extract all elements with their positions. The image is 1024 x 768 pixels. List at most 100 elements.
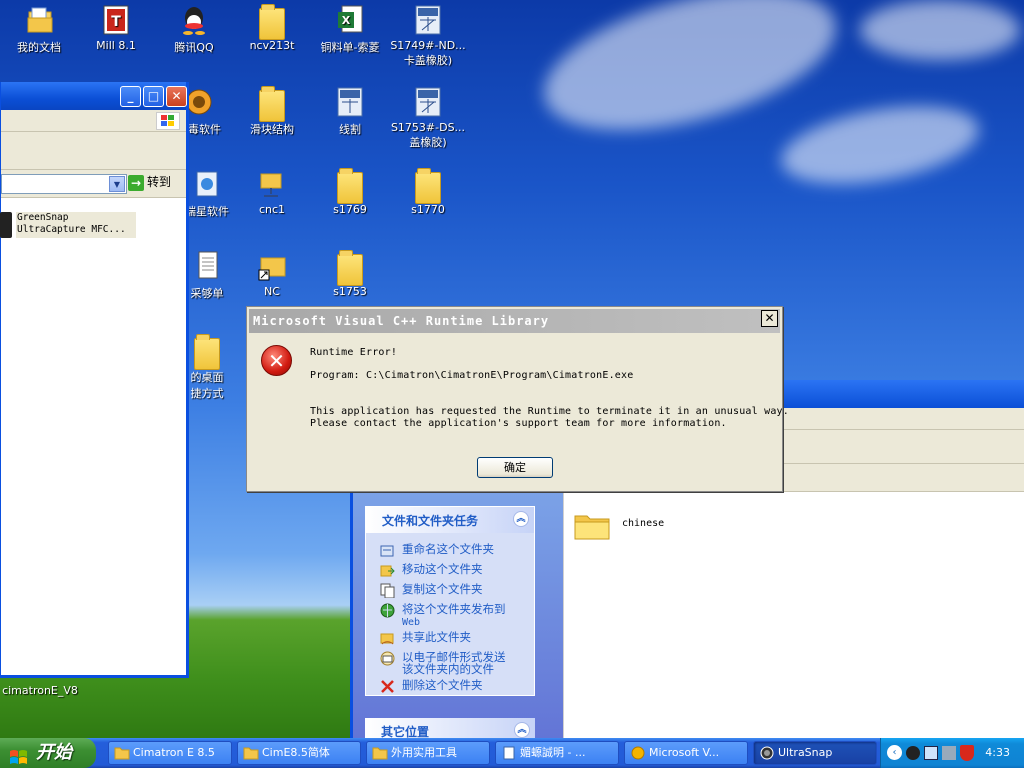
go-label: 转到 <box>147 175 172 189</box>
desktop-icon-excel[interactable]: X 铜料单-索菱 <box>311 4 389 55</box>
dwg-file-icon <box>412 4 444 36</box>
start-button[interactable]: 开始 <box>0 738 96 768</box>
security-shield-icon[interactable] <box>960 745 974 761</box>
dwg-file-icon <box>334 86 366 118</box>
desktop-icon-label: ncv213t <box>249 39 295 52</box>
toolbar <box>1 132 186 170</box>
system-tray: ‹ 4:33 <box>880 738 1024 768</box>
desktop-icon-s1770[interactable]: s1770 <box>389 168 467 216</box>
task-label-line2: 该文件夹内的文件 <box>402 662 494 676</box>
error-heading: Runtime Error! <box>310 347 398 358</box>
taskbar-button-ultrasnap[interactable]: UltraSnap <box>753 741 877 765</box>
desktop-icon-label: s1769 <box>333 203 367 216</box>
app-icon <box>191 168 223 200</box>
taskbar-button-tools[interactable]: 外用实用工具 <box>366 741 490 765</box>
desktop-icon-label: Mill 8.1 <box>96 39 136 52</box>
desktop-icon-label: 端星软件 <box>185 205 229 218</box>
desktop-icon-qq[interactable]: 腾讯QQ <box>155 4 233 55</box>
folder-icon <box>415 168 441 204</box>
minimize-button[interactable]: _ <box>120 86 141 107</box>
list-item[interactable]: GreenSnap UltraCapture MFC... <box>16 212 136 238</box>
go-button[interactable]: → 转到 <box>128 173 181 193</box>
error-message-line2: Please contact the application's support… <box>310 418 727 429</box>
copy-icon <box>380 583 395 599</box>
camera-icon <box>759 746 775 760</box>
volume-icon[interactable] <box>942 746 956 760</box>
desktop-icon-label: 腾讯QQ <box>174 41 214 54</box>
desktop-icon-s1753-dwg[interactable]: S1753#-DS... 盖橡胶) <box>389 86 467 150</box>
list-item-line1: GreenSnap <box>17 212 69 223</box>
rename-icon <box>380 543 395 558</box>
taskbar-button-document[interactable]: 媚螈誠明 - ... <box>495 741 619 765</box>
windows-logo-icon <box>156 112 180 130</box>
desktop-icon-label: cimatronE_V8 <box>2 684 78 697</box>
other-places-panel[interactable]: 其它位置 ︽ <box>365 718 535 738</box>
folder-icon <box>574 510 610 540</box>
desktop: 我的文档 T Mill 8.1 腾讯QQ ncv213t X 铜料单-索菱 S1… <box>0 0 1024 738</box>
maximize-button[interactable]: □ <box>143 86 164 107</box>
desktop-icon-label: 滑块结构 <box>250 123 294 136</box>
sky-cloud <box>775 93 985 197</box>
task-label-line2: Web <box>402 617 421 628</box>
desktop-icon-label: 我的文档 <box>17 41 61 54</box>
close-button[interactable]: ✕ <box>166 86 187 107</box>
folder-item[interactable]: chinese <box>572 506 692 542</box>
desktop-icon-label: s1770 <box>411 203 445 216</box>
windows-flag-icon <box>9 745 27 764</box>
desktop-icon-label: 线割 <box>339 123 361 136</box>
desktop-icon-cimatron[interactable]: cimatronE_V8 <box>0 684 80 697</box>
folder-icon <box>337 168 363 204</box>
dialog-title[interactable]: Microsoft Visual C++ Runtime Library <box>249 309 780 333</box>
network-folder-icon <box>256 168 288 200</box>
desktop-icon-label: s1753 <box>333 285 367 298</box>
list-item-line2: UltraCapture MFC... <box>17 224 126 235</box>
desktop-icon-ncv213t[interactable]: ncv213t <box>233 4 311 52</box>
desktop-icon-my-documents[interactable]: 我的文档 <box>0 4 78 55</box>
desktop-icon-slider[interactable]: 滑块结构 <box>233 86 311 137</box>
network-icon[interactable] <box>924 746 938 760</box>
desktop-icon-label: 采够单 <box>190 287 224 300</box>
desktop-icon-wire-cut[interactable]: 线割 <box>311 86 389 137</box>
address-input[interactable]: ▼ <box>1 174 127 194</box>
taskbar: 开始 Cimatron E 8.5 CimE8.5简体 外用实用工具 媚螈誠明 … <box>0 738 1024 768</box>
desktop-icon-label-line2: 盖橡胶) <box>409 136 447 149</box>
camera-icon <box>0 212 12 238</box>
desktop-icon-label: NC <box>264 285 280 298</box>
desktop-icon-s1749[interactable]: S1749#-ND... 卡盖橡胶) <box>389 4 467 68</box>
desktop-icon-s1753[interactable]: s1753 <box>311 250 389 298</box>
window-titlebar[interactable]: _ □ ✕ <box>1 82 187 110</box>
excel-file-icon: X <box>334 4 366 36</box>
panel-title: 文件和文件夹任务 <box>382 514 479 528</box>
file-folder-tasks-panel: 文件和文件夹任务 ︽ 重命名这个文件夹 移动这个文件夹 复制这个文件夹 将这个文… <box>365 506 535 696</box>
panel-header[interactable]: 文件和文件夹任务 ︽ <box>366 507 534 533</box>
desktop-icon-nc[interactable]: NC <box>233 250 311 298</box>
desktop-icon-s1769[interactable]: s1769 <box>311 168 389 216</box>
go-arrow-icon: → <box>128 174 144 191</box>
tray-app-icon[interactable] <box>906 746 920 760</box>
delete-icon <box>380 679 395 694</box>
desktop-icon-label: S1749#-ND... <box>390 39 466 52</box>
desktop-icon-mill[interactable]: T Mill 8.1 <box>77 4 155 52</box>
document-icon <box>191 250 223 282</box>
menu-bar <box>1 110 186 132</box>
taskbar-button-cimatron[interactable]: Cimatron E 8.5 <box>108 741 232 765</box>
tray-expand-icon[interactable]: ‹ <box>887 745 902 760</box>
document-icon <box>501 746 517 760</box>
error-program-path: Program: C:\Cimatron\CimatronE\Program\C… <box>310 370 634 381</box>
folder-icon <box>243 746 259 760</box>
desktop-icon-label: 的桌面 <box>190 371 224 384</box>
ok-button[interactable]: 确定 <box>477 457 553 478</box>
desktop-icon-cnc1[interactable]: cnc1 <box>233 168 311 216</box>
dialog-close-button[interactable]: ✕ <box>761 310 778 327</box>
clock[interactable]: 4:33 <box>985 746 1010 759</box>
collapse-icon[interactable]: ︽ <box>513 511 529 527</box>
desktop-icon-label: 铜料单-索菱 <box>320 41 380 54</box>
task-pane: 文件和文件夹任务 ︽ 重命名这个文件夹 移动这个文件夹 复制这个文件夹 将这个文… <box>353 492 563 738</box>
collapse-icon[interactable]: ︽ <box>514 722 530 738</box>
taskbar-button-cime85[interactable]: CimE8.5简体 <box>237 741 361 765</box>
my-documents-icon <box>23 4 55 36</box>
chevron-down-icon[interactable]: ▼ <box>109 176 125 192</box>
globe-icon <box>380 603 395 618</box>
folder-icon <box>114 746 130 760</box>
taskbar-button-msvc[interactable]: Microsoft V... <box>624 741 748 765</box>
